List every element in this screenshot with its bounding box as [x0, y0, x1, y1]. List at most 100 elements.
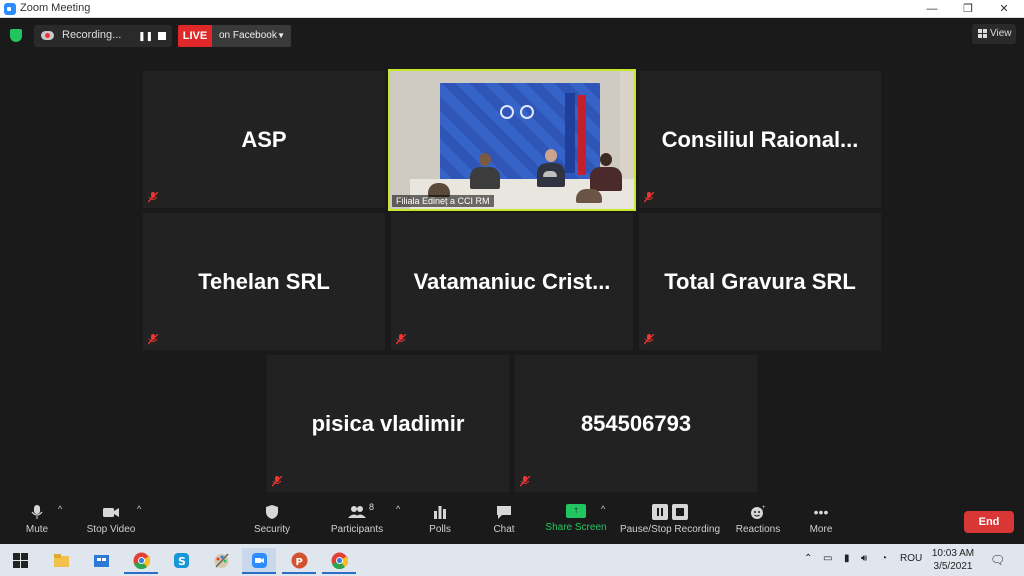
muted-mic-icon: [272, 476, 282, 487]
participant-name: Total Gravura SRL: [664, 268, 856, 294]
powerpoint-icon[interactable]: P: [282, 548, 316, 574]
share-screen-icon: ↑: [566, 504, 586, 518]
more-label: More: [809, 524, 833, 535]
stop-recording-icon[interactable]: [158, 32, 166, 40]
polls-button[interactable]: Polls: [422, 500, 458, 542]
chat-button[interactable]: Chat: [486, 500, 522, 542]
close-button[interactable]: ✕: [986, 0, 1022, 18]
end-meeting-button[interactable]: End: [964, 511, 1014, 533]
zoom-app-icon: [4, 3, 16, 15]
participants-label: Participants: [330, 524, 384, 535]
window-title: Zoom Meeting: [20, 2, 91, 14]
video-options-caret-icon[interactable]: ^: [137, 504, 141, 514]
mute-label: Mute: [25, 524, 49, 535]
clock-time: 10:03 AM: [931, 548, 975, 559]
security-button[interactable]: Security: [250, 500, 294, 542]
participant-tile[interactable]: Tehelan SRL: [143, 213, 385, 350]
file-explorer-icon[interactable]: [44, 548, 78, 574]
volume-icon[interactable]: 🔊︎: [861, 553, 867, 564]
chrome-profile-icon[interactable]: [322, 548, 356, 574]
live-badge: LIVE: [178, 25, 212, 47]
participant-tile[interactable]: Vatamaniuc Crist...: [391, 213, 633, 350]
windows-taskbar: S P ⌃ ▭ ▮ 🔊︎ ◔ ROU 10:03 AM 3/5/2021 🗨︎: [0, 544, 1024, 576]
pause-stop-recording-label: Pause/Stop Recording: [619, 524, 721, 535]
participants-count: 8: [369, 502, 375, 512]
system-clock[interactable]: 10:03 AM 3/5/2021: [928, 547, 978, 573]
muted-mic-icon: [396, 334, 406, 345]
security-label: Security: [253, 524, 291, 535]
stop-video-label: Stop Video: [86, 524, 136, 535]
clock-date: 3/5/2021: [933, 561, 973, 572]
tray-app-icon[interactable]: ▭: [823, 553, 832, 564]
participant-name: Consiliul Raional...: [661, 126, 859, 152]
skype-icon[interactable]: S: [164, 548, 198, 574]
muted-mic-icon: [148, 192, 158, 203]
live-target-dropdown[interactable]: on Facebook ▼: [212, 25, 291, 47]
svg-text:S: S: [178, 555, 186, 568]
pause-stop-recording-button[interactable]: Pause/Stop Recording: [618, 500, 722, 542]
mute-button[interactable]: Mute: [16, 500, 58, 542]
participant-tile[interactable]: 854506793: [515, 355, 757, 492]
reactions-icon: +: [751, 505, 766, 519]
chrome-icon[interactable]: [124, 548, 158, 574]
svg-text:+: +: [762, 505, 766, 511]
mute-options-caret-icon[interactable]: ^: [58, 504, 62, 514]
muted-mic-icon: [644, 334, 654, 345]
chat-icon: [497, 506, 511, 519]
cloud-recording-icon: [41, 31, 54, 40]
shield-icon: [266, 505, 278, 519]
security-shield-icon[interactable]: [10, 29, 22, 42]
participant-tile-active-speaker[interactable]: Filiala Edineț a CCI RM: [388, 69, 636, 211]
window-titlebar: Zoom Meeting — ❐ ✕: [0, 0, 1024, 18]
caret-down-icon: ▼: [277, 31, 285, 40]
share-screen-button[interactable]: ↑ Share Screen: [544, 500, 608, 542]
paint-icon[interactable]: [204, 548, 238, 574]
video-camera-icon: [103, 508, 119, 517]
participant-tile[interactable]: Total Gravura SRL: [639, 213, 881, 350]
minimize-button[interactable]: —: [914, 0, 950, 18]
muted-mic-icon: [520, 476, 530, 487]
view-button[interactable]: View: [972, 24, 1016, 44]
recording-indicator: Recording... ❚❚: [34, 25, 172, 47]
microphone-icon: [31, 505, 43, 519]
stop-video-button[interactable]: Stop Video: [82, 500, 140, 542]
polls-icon: [434, 506, 446, 519]
svg-text:P: P: [296, 557, 303, 568]
input-language[interactable]: ROU: [900, 553, 922, 564]
notifications-icon[interactable]: 🗨︎: [990, 553, 1005, 567]
share-options-caret-icon[interactable]: ^: [601, 504, 605, 514]
participant-name: Filiala Edineț a CCI RM: [392, 195, 494, 207]
participants-button[interactable]: Participants: [326, 500, 388, 542]
more-button[interactable]: ••• More: [804, 500, 838, 542]
share-screen-label: Share Screen: [545, 522, 607, 533]
network-icon[interactable]: ◔: [881, 553, 887, 564]
participant-name: Vatamaniuc Crist...: [413, 268, 611, 294]
participant-name: Tehelan SRL: [198, 268, 330, 294]
reactions-label: Reactions: [735, 524, 781, 535]
pause-stop-recording-icon: [652, 504, 688, 520]
store-icon[interactable]: [84, 548, 118, 574]
recording-label: Recording...: [62, 29, 122, 41]
participant-tile[interactable]: Consiliul Raional...: [639, 71, 881, 208]
participant-tile[interactable]: pisica vladimir: [267, 355, 509, 492]
participant-name: pisica vladimir: [311, 410, 465, 436]
windows-start-icon[interactable]: [3, 548, 37, 574]
participant-name: 854506793: [580, 410, 692, 436]
more-dots-icon: •••: [813, 504, 829, 520]
participant-name: ASP: [241, 126, 287, 152]
tray-overflow-caret-icon[interactable]: ⌃: [804, 553, 812, 564]
restore-button[interactable]: ❐: [950, 0, 986, 18]
meeting-toolbar: Mute ^ Stop Video ^ Security Participant…: [0, 496, 1024, 544]
tray-microphone-icon[interactable]: ▮: [844, 553, 850, 564]
participant-tile[interactable]: ASP: [143, 71, 385, 208]
polls-label: Polls: [429, 524, 451, 535]
reactions-button[interactable]: + Reactions: [732, 500, 784, 542]
grid-view-icon: [978, 29, 987, 38]
zoom-taskbar-icon[interactable]: [242, 548, 276, 574]
pause-recording-icon[interactable]: ❚❚: [138, 31, 153, 41]
participant-video: [390, 71, 634, 209]
chat-label: Chat: [493, 524, 515, 535]
participants-icon: [348, 506, 366, 518]
view-label: View: [990, 28, 1012, 39]
participants-options-caret-icon[interactable]: ^: [396, 504, 400, 514]
